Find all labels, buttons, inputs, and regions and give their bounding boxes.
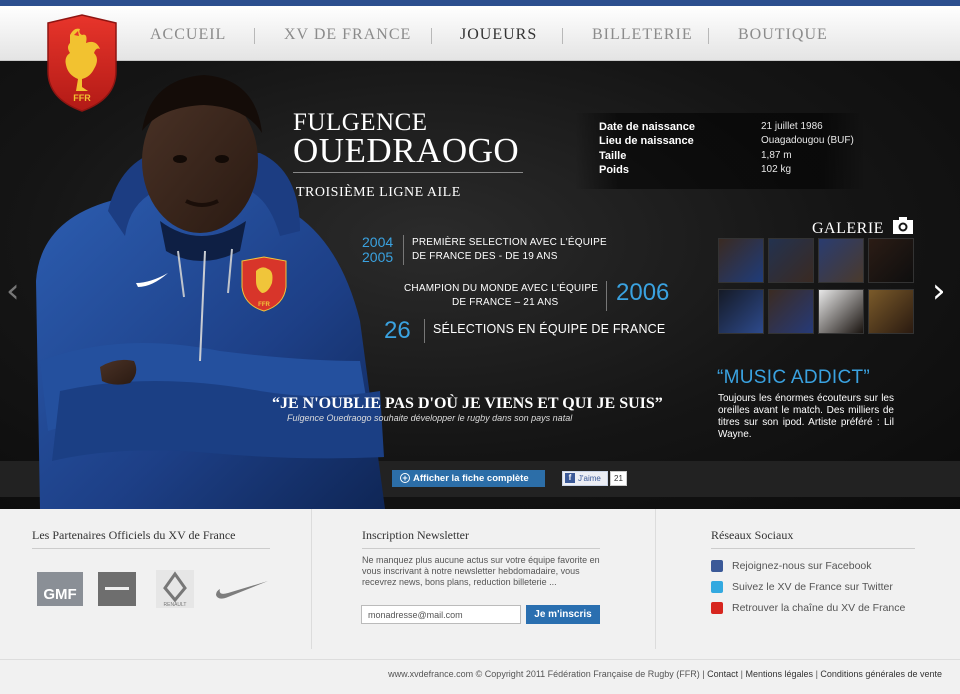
column-divider [655,509,656,649]
camera-icon [892,217,914,240]
gmf-logo-text: GMF [43,586,77,603]
social-youtube-label: Retrouver la chaîne du XV de France [732,602,906,614]
page: ACCUEIL XV DE FRANCE JOUEURS BILLETERIE … [0,0,960,694]
social-twitter-label: Suivez le XV de France sur Twitter [732,581,893,593]
main-nav: ACCUEIL XV DE FRANCE JOUEURS BILLETERIE … [0,6,960,61]
copyright-text: www.xvdefrance.com © Copyright 2011 Fédé… [388,669,700,679]
info-value: Ouagadougou (BUF) [761,135,854,146]
gmf-logo[interactable]: GMF [37,572,83,606]
gallery-thumb[interactable] [768,289,814,334]
music-text: Toujours les énormes écouteurs sur les o… [718,393,894,440]
nav-item-billeterie[interactable]: BILLETERIE [592,26,693,44]
info-value: 102 kg [761,164,792,175]
fact-year-2006: 2006 [616,279,670,306]
fact-year-2004: 2004 [362,234,394,250]
logo-text: FFR [73,93,91,103]
jersey-badge-text: FFR [258,302,270,308]
gallery-thumb[interactable] [868,238,914,283]
fact-divider [424,319,425,343]
partner-logo[interactable] [98,572,136,606]
newsletter-title: Inscription Newsletter [362,528,469,542]
nav-item-joueurs[interactable]: JOUEURS [460,26,537,44]
renault-logo-text: RENAULT [164,602,187,608]
conditions-link[interactable]: Conditions générales de vente [820,669,942,679]
player-info-table: Date de naissance 21 juillet 1986 Lieu d… [575,113,865,189]
twitter-icon [711,581,723,593]
gallery-title: GALERIE [812,217,914,240]
copyright-line: www.xvdefrance.com © Copyright 2011 Fédé… [388,669,942,679]
player-quote: “JE N'OUBLIE PAS D'OÙ JE VIENS ET QUI JE… [272,395,663,412]
newsletter-rule [362,548,600,549]
next-arrow-icon[interactable]: › [932,271,946,311]
quote-subtitle: Fulgence Ouedraogo souhaite développer l… [287,413,573,423]
ffr-logo[interactable]: FFR [44,13,120,113]
contact-link[interactable]: Contact [707,669,738,679]
fact-first-selection-line1: PREMIÈRE SELECTION AVEC L'ÉQUIPE [412,237,607,248]
gallery-thumb[interactable] [818,289,864,334]
name-divider [293,172,523,173]
nav-separator [431,28,432,44]
nav-separator [562,28,563,44]
social-title: Réseaux Sociaux [711,528,794,542]
like-label: J'aime [578,474,601,483]
fact-selections-text: SÉLECTIONS EN ÉQUIPE DE FRANCE [433,322,666,336]
facebook-like-button[interactable]: f J'aime [562,471,608,486]
fact-divider [606,281,607,311]
social-rule [711,548,915,549]
info-value: 21 juillet 1986 [761,121,823,132]
nav-item-boutique[interactable]: BOUTIQUE [738,26,828,44]
youtube-icon [711,602,723,614]
show-full-profile-button[interactable]: + Afficher la fiche complète [392,470,545,487]
fact-year-2005: 2005 [362,249,394,265]
fact-selections-number: 26 [384,317,411,344]
gallery-thumb[interactable] [718,238,764,283]
partner-logo-mark [105,587,129,590]
info-label: Lieu de naissance [599,135,694,147]
newsletter-subscribe-button[interactable]: Je m'inscris [526,605,600,624]
info-value: 1,87 m [761,150,792,161]
gallery-thumb[interactable] [718,289,764,334]
gallery-thumb[interactable] [818,238,864,283]
renault-logo[interactable]: RENAULT [156,570,194,608]
player-last-name: OUEDRAOGO [293,131,520,170]
nav-item-xv-de-france[interactable]: XV DE FRANCE [284,26,411,44]
fact-first-selection-line2: DE FRANCE DES - DE 19 ANS [412,251,558,262]
like-count: 21 [610,471,627,486]
info-label: Date de naissance [599,121,695,133]
show-full-profile-label: Afficher la fiche complète [413,473,529,484]
gallery-thumb[interactable] [768,238,814,283]
player-position: TROISIÈME LIGNE AILE [296,185,461,200]
footer-panel: Les Partenaires Officiels du XV de Franc… [0,509,960,659]
column-divider [311,509,312,649]
nav-separator [708,28,709,44]
player-hero: FFR FULGENCE OUEDRAOGO TROISIÈME LIGNE A… [0,61,960,509]
music-title: “MUSIC ADDICT” [717,367,871,388]
partners-rule [32,548,270,549]
partners-title: Les Partenaires Officiels du XV de Franc… [32,528,236,542]
info-label: Taille [599,150,627,162]
plus-circle-icon: + [400,473,410,483]
fact-divider [403,235,404,265]
nike-logo[interactable] [214,577,270,601]
gallery-title-label: GALERIE [812,220,884,237]
prev-arrow-icon[interactable]: ‹ [6,271,20,311]
nav-separator [254,28,255,44]
copyright-bar: www.xvdefrance.com © Copyright 2011 Fédé… [0,659,960,694]
nav-item-accueil[interactable]: ACCUEIL [150,26,226,44]
facebook-icon [711,560,723,572]
social-facebook-label: Rejoignez-nous sur Facebook [732,560,872,572]
fact-champion-line1: CHAMPION DU MONDE AVEC L'ÉQUIPE [404,283,599,294]
fact-champion-line2: DE FRANCE – 21 ANS [452,297,559,308]
info-label: Poids [599,164,629,176]
gallery-thumb[interactable] [868,289,914,334]
newsletter-email-input[interactable] [361,605,521,624]
facebook-icon: f [565,473,575,483]
newsletter-text: Ne manquez plus aucune actus sur votre é… [362,555,600,587]
legal-link[interactable]: Mentions légales [746,669,814,679]
